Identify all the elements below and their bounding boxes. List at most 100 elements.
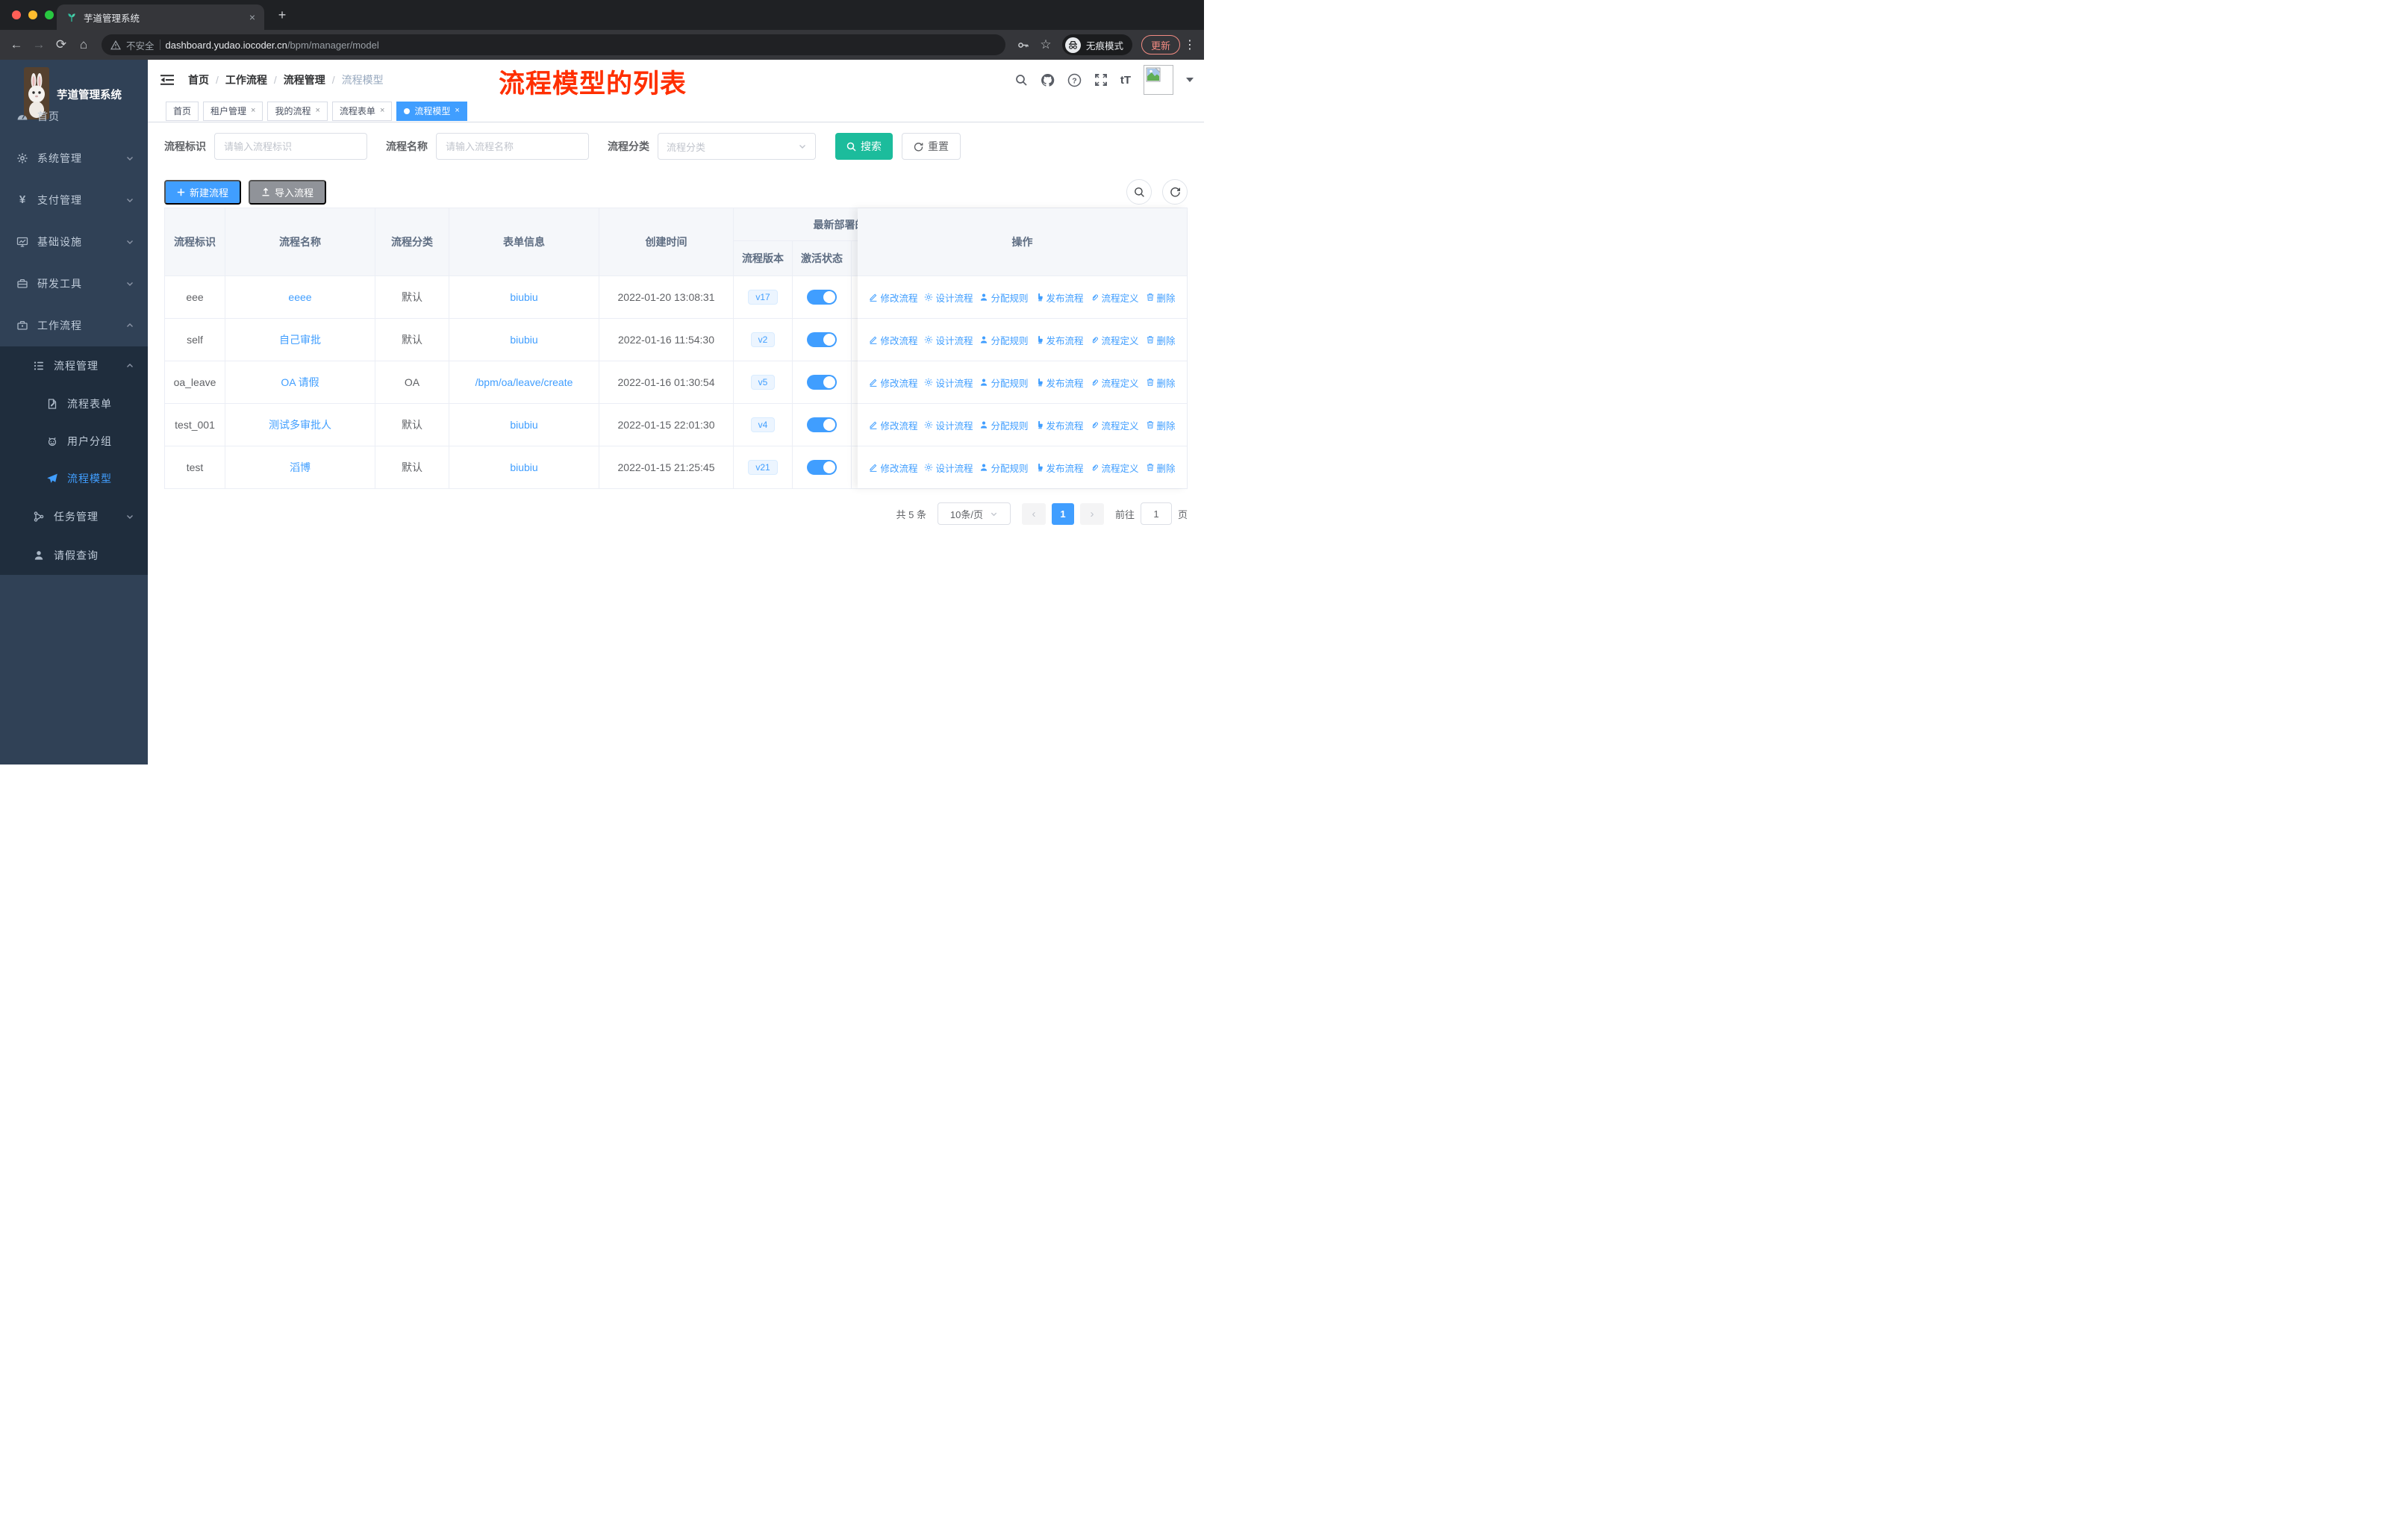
sidebar-collapse-icon[interactable] <box>160 72 175 87</box>
assign-rule-link[interactable]: 分配规则 <box>979 376 1029 390</box>
active-toggle[interactable] <box>807 460 837 475</box>
github-icon[interactable] <box>1041 73 1055 87</box>
process-definition-link[interactable]: 流程定义 <box>1091 418 1139 432</box>
tag-close-icon[interactable]: × <box>315 107 319 115</box>
process-definition-link[interactable]: 流程定义 <box>1091 333 1139 347</box>
browser-tab[interactable]: 芋道管理系统 × <box>57 4 264 30</box>
close-window-button[interactable] <box>12 10 21 19</box>
deploy-process-link[interactable]: 发布流程 <box>1035 333 1084 347</box>
goto-page-input[interactable] <box>1140 502 1172 525</box>
help-icon[interactable]: ? <box>1067 73 1082 87</box>
tag-close-icon[interactable]: × <box>380 107 384 115</box>
tab-close-icon[interactable]: × <box>249 12 255 22</box>
minimize-window-button[interactable] <box>28 10 37 19</box>
edit-process-link[interactable]: 修改流程 <box>869 461 917 475</box>
sidebar-item-process-form[interactable]: 流程表单 <box>0 385 148 423</box>
sidebar-item-system[interactable]: 系统管理 <box>0 137 148 179</box>
breadcrumb-workflow[interactable]: 工作流程 <box>225 72 267 87</box>
back-icon[interactable]: ← <box>6 34 27 55</box>
active-toggle[interactable] <box>807 332 837 347</box>
form-info-link[interactable]: biubiu <box>510 419 537 431</box>
tag-process-form[interactable]: 流程表单 × <box>331 101 393 121</box>
update-button[interactable]: 更新 <box>1141 35 1180 55</box>
process-name-link[interactable]: 自己审批 <box>279 332 321 347</box>
reset-button[interactable]: 重置 <box>902 133 961 160</box>
active-toggle[interactable] <box>807 375 837 390</box>
assign-rule-link[interactable]: 分配规则 <box>979 461 1029 475</box>
design-process-link[interactable]: 设计流程 <box>924 333 973 347</box>
new-tab-button[interactable]: + <box>273 6 291 24</box>
prev-page-button[interactable]: ‹ <box>1021 502 1046 525</box>
deploy-process-link[interactable]: 发布流程 <box>1035 418 1084 432</box>
avatar-caret-icon[interactable] <box>1186 78 1194 82</box>
sidebar-item-task-management[interactable]: 任务管理 <box>0 497 148 536</box>
process-name-link[interactable]: eeee <box>288 291 311 303</box>
tag-close-icon[interactable]: × <box>251 107 255 115</box>
avatar[interactable] <box>1144 65 1173 95</box>
current-page-button[interactable]: 1 <box>1051 502 1074 525</box>
window-controls[interactable] <box>12 10 54 19</box>
design-process-link[interactable]: 设计流程 <box>924 290 973 305</box>
browser-menu-icon[interactable]: ⋮ <box>1182 37 1198 52</box>
process-definition-link[interactable]: 流程定义 <box>1091 376 1139 390</box>
design-process-link[interactable]: 设计流程 <box>924 461 973 475</box>
deploy-process-link[interactable]: 发布流程 <box>1035 290 1084 305</box>
process-name-link[interactable]: 滔博 <box>290 460 311 475</box>
process-name-link[interactable]: OA 请假 <box>281 375 319 390</box>
edit-process-link[interactable]: 修改流程 <box>869 290 917 305</box>
form-info-link[interactable]: biubiu <box>510 334 537 346</box>
page-size-select[interactable]: 10条/页 <box>937 502 1011 525</box>
create-process-button[interactable]: 新建流程 <box>164 179 242 205</box>
active-toggle[interactable] <box>807 417 837 432</box>
sidebar-item-infrastructure[interactable]: 基础设施 <box>0 221 148 263</box>
process-definition-link[interactable]: 流程定义 <box>1091 461 1139 475</box>
sidebar-item-home[interactable]: 首页 <box>0 96 148 137</box>
fullscreen-icon[interactable] <box>1094 73 1108 87</box>
tag-process-model[interactable]: 流程模型 × <box>396 101 467 121</box>
active-toggle[interactable] <box>807 290 837 305</box>
delete-link[interactable]: 删除 <box>1146 290 1176 305</box>
bookmark-star-icon[interactable]: ☆ <box>1035 34 1056 55</box>
sidebar-item-process-management[interactable]: 流程管理 <box>0 346 148 385</box>
tag-home[interactable]: 首页 <box>166 101 199 121</box>
process-key-input[interactable] <box>214 133 367 160</box>
sidebar-item-leave-query[interactable]: 请假查询 <box>0 536 148 575</box>
zoom-window-button[interactable] <box>45 10 54 19</box>
page-url[interactable]: dashboard.yudao.iocoder.cn/bpm/manager/m… <box>166 40 379 51</box>
edit-process-link[interactable]: 修改流程 <box>869 333 917 347</box>
search-icon[interactable] <box>1014 73 1028 87</box>
table-refresh-button[interactable] <box>1162 179 1188 205</box>
import-process-button[interactable]: 导入流程 <box>249 179 327 205</box>
edit-process-link[interactable]: 修改流程 <box>869 418 917 432</box>
deploy-process-link[interactable]: 发布流程 <box>1035 461 1084 475</box>
tag-tenant[interactable]: 租户管理 × <box>203 101 263 121</box>
process-name-input[interactable] <box>436 133 589 160</box>
home-icon[interactable]: ⌂ <box>73 34 94 55</box>
not-secure-label[interactable]: 不安全 <box>126 38 155 52</box>
delete-link[interactable]: 删除 <box>1146 333 1176 347</box>
address-bar[interactable]: 不安全 dashboard.yudao.iocoder.cn/bpm/manag… <box>102 34 1005 55</box>
reload-icon[interactable]: ⟳ <box>51 34 72 55</box>
delete-link[interactable]: 删除 <box>1146 418 1176 432</box>
breadcrumb-process-management[interactable]: 流程管理 <box>284 72 325 87</box>
delete-link[interactable]: 删除 <box>1146 376 1176 390</box>
process-definition-link[interactable]: 流程定义 <box>1091 290 1139 305</box>
tag-my-process[interactable]: 我的流程 × <box>267 101 328 121</box>
form-info-link[interactable]: /bpm/oa/leave/create <box>475 376 573 388</box>
next-page-button[interactable]: › <box>1079 502 1104 525</box>
assign-rule-link[interactable]: 分配规则 <box>979 333 1029 347</box>
sidebar-item-workflow[interactable]: 工作流程 <box>0 305 148 346</box>
sidebar-item-user-group[interactable]: 用户分组 <box>0 423 148 460</box>
sidebar-item-process-model[interactable]: 流程模型 <box>0 460 148 497</box>
assign-rule-link[interactable]: 分配规则 <box>979 290 1029 305</box>
sidebar-item-devtools[interactable]: 研发工具 <box>0 263 148 305</box>
tag-close-icon[interactable]: × <box>455 107 459 115</box>
design-process-link[interactable]: 设计流程 <box>924 418 973 432</box>
search-button[interactable]: 搜索 <box>835 133 893 160</box>
process-category-select[interactable]: 流程分类 <box>658 133 816 160</box>
sidebar-item-payment[interactable]: ¥ 支付管理 <box>0 179 148 221</box>
form-info-link[interactable]: biubiu <box>510 461 537 473</box>
breadcrumb-home[interactable]: 首页 <box>188 72 209 87</box>
text-size-icon[interactable]: tT <box>1120 74 1131 87</box>
key-icon[interactable] <box>1013 34 1034 55</box>
